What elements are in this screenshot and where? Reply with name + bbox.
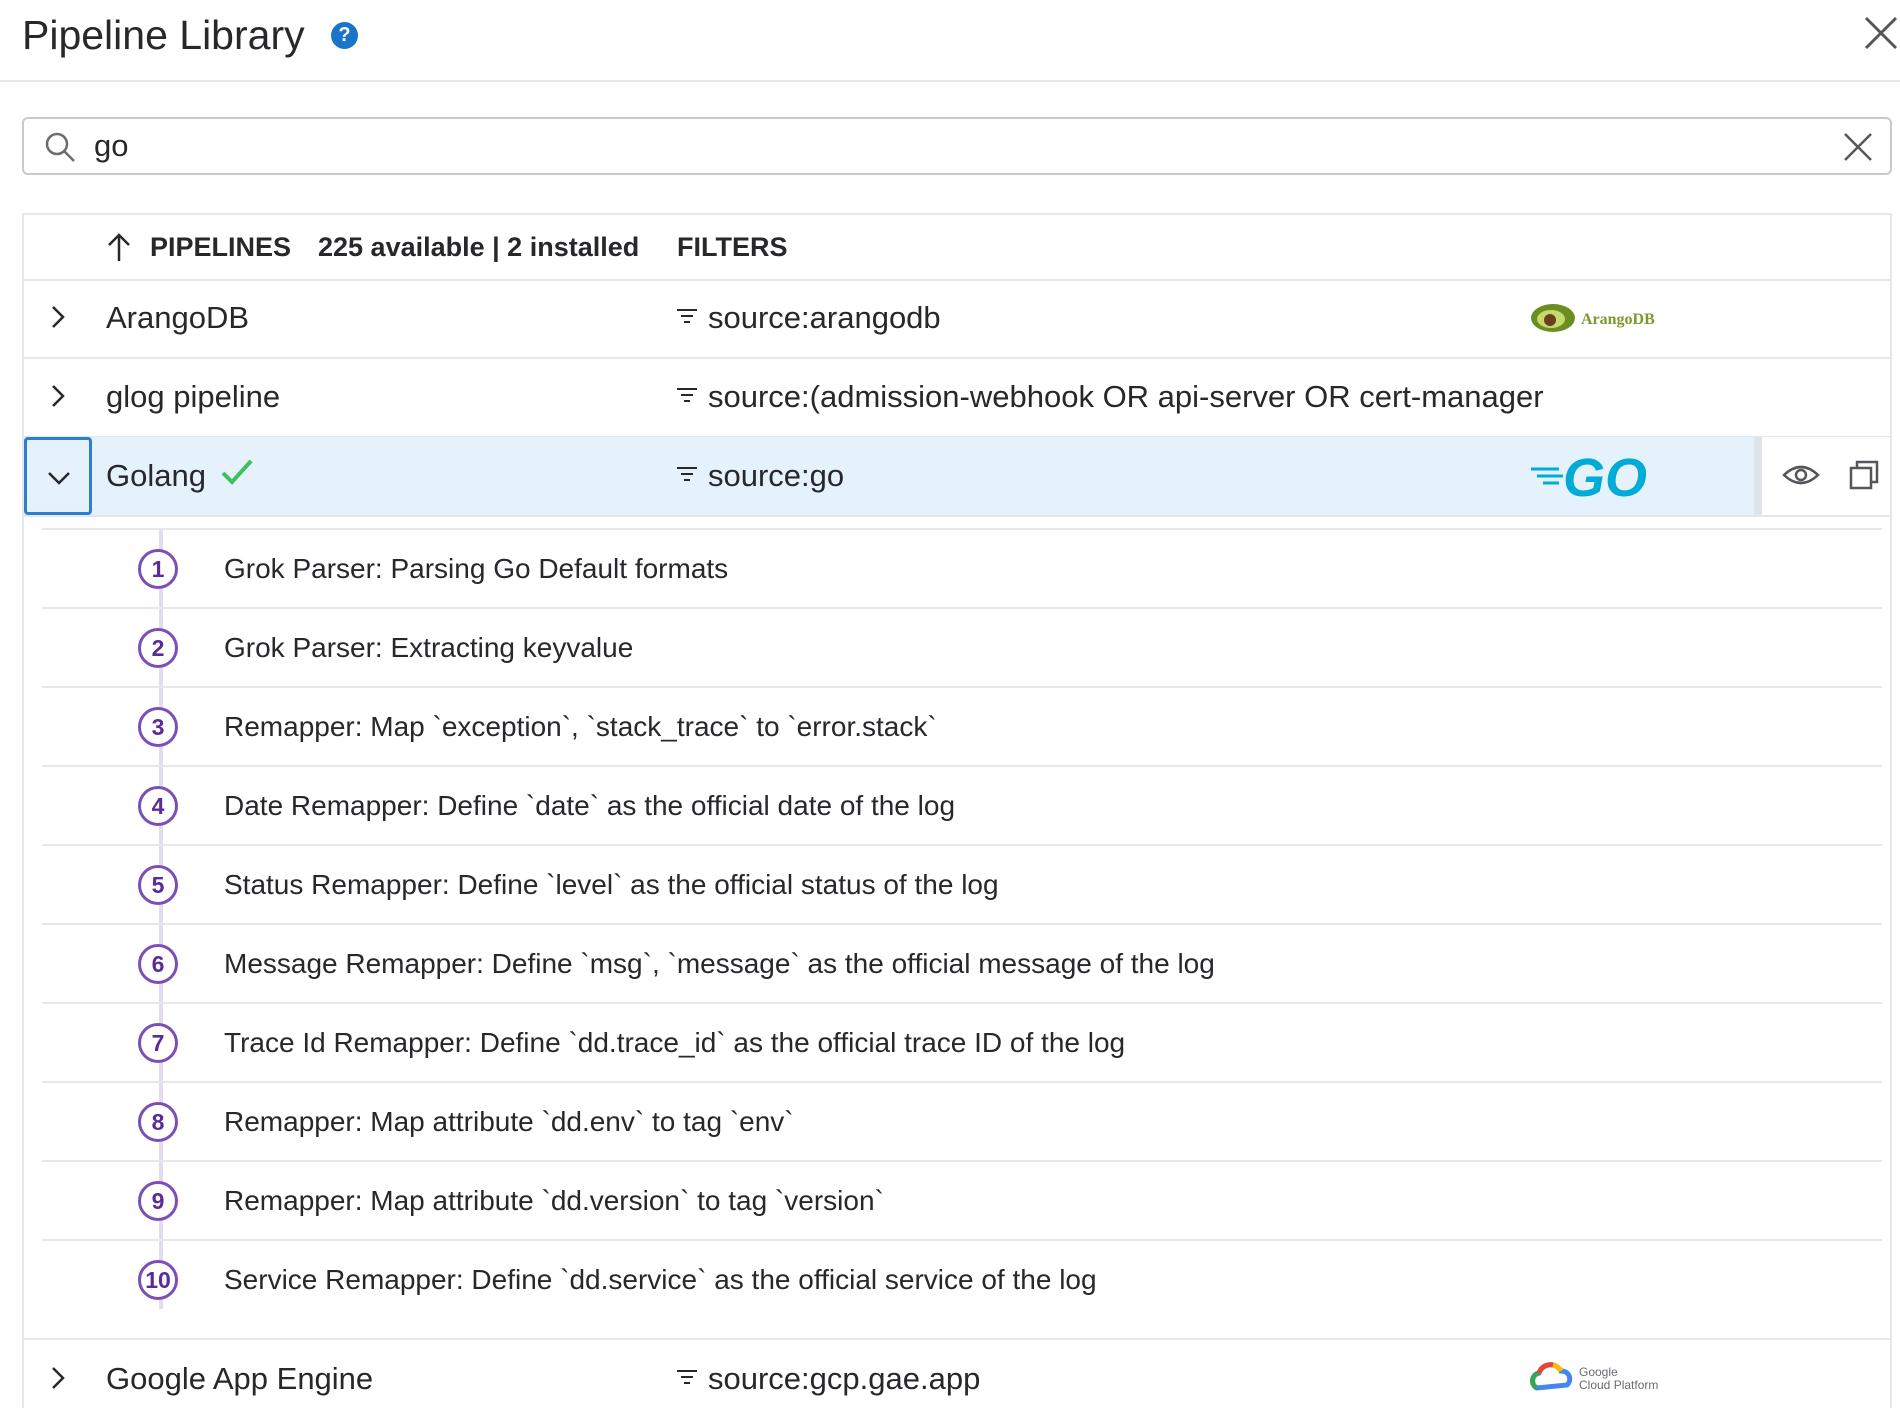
close-icon[interactable] (1862, 14, 1900, 52)
filter-icon (677, 1370, 697, 1384)
step-text: Service Remapper: Define `dd.service` as… (224, 1264, 1097, 1295)
step-number: 1 (138, 549, 178, 589)
step-number: 7 (138, 1023, 178, 1063)
step-text: Grok Parser: Parsing Go Default formats (224, 553, 729, 584)
chevron-right-icon[interactable] (44, 382, 72, 410)
step-text: Remapper: Map attribute `dd.version` to … (224, 1185, 884, 1216)
pipeline-name: ArangoDB (106, 300, 250, 335)
clone-icon[interactable] (1848, 459, 1880, 491)
processor-step[interactable]: 5 Status Remapper: Define `level` as the… (42, 844, 1882, 924)
step-number: 9 (138, 1181, 178, 1221)
search-icon (45, 132, 75, 162)
pipeline-filter: source:arangodb (708, 300, 941, 335)
chevron-right-icon[interactable] (44, 303, 72, 331)
arangodb-logo: ArangoDB (1529, 297, 1669, 339)
google-cloud-logo: Google Cloud Platform (1529, 1358, 1669, 1408)
pipeline-row-google-app-engine[interactable]: Google App Engine source:gcp.gae.app Goo… (24, 1338, 1890, 1408)
processor-step[interactable]: 6 Message Remapper: Define `msg`, `messa… (42, 923, 1882, 1003)
chevron-right-icon[interactable] (44, 1364, 72, 1392)
pipeline-filter: source:(admission-webhook OR api-server … (708, 379, 1544, 414)
collapse-button[interactable] (24, 437, 92, 515)
column-header: PIPELINES 225 available | 2 installed FI… (24, 215, 1890, 281)
google-cloud-icon: Google Cloud Platform (1530, 1362, 1658, 1392)
pipeline-filter: source:gcp.gae.app (708, 1361, 981, 1396)
processor-step[interactable]: 2 Grok Parser: Extracting keyvalue (42, 607, 1882, 687)
dialog-header: Pipeline Library ? (0, 0, 1900, 82)
pipeline-row-glog[interactable]: glog pipeline source:(admission-webhook … (24, 358, 1890, 438)
clear-search-icon[interactable] (1842, 131, 1874, 163)
row-actions (1754, 437, 1890, 515)
processor-step[interactable]: 1 Grok Parser: Parsing Go Default format… (42, 528, 1882, 608)
sort-ascending-icon[interactable] (106, 232, 132, 262)
cloud-platform-logo-text: Cloud Platform (1579, 1378, 1658, 1392)
avocado-icon: ArangoDB (1531, 304, 1655, 332)
pipeline-name: glog pipeline (106, 379, 281, 414)
step-text: Remapper: Map attribute `dd.env` to tag … (224, 1106, 794, 1137)
step-number: 6 (138, 944, 178, 984)
search-input[interactable] (94, 123, 1794, 169)
step-number: 10 (138, 1260, 178, 1300)
pipeline-name: Google App Engine (106, 1361, 374, 1396)
step-number: 5 (138, 865, 178, 905)
filter-icon (677, 467, 697, 481)
go-logo: GO (1529, 448, 1669, 511)
processor-step[interactable]: 3 Remapper: Map `exception`, `stack_trac… (42, 686, 1882, 766)
pipelines-column-header[interactable]: PIPELINES (150, 229, 291, 265)
chevron-down-icon (48, 472, 70, 485)
filters-column-header: FILTERS (677, 232, 788, 262)
processor-step[interactable]: 8 Remapper: Map attribute `dd.env` to ta… (42, 1081, 1882, 1161)
step-text: Grok Parser: Extracting keyvalue (224, 632, 634, 663)
pipeline-row-golang[interactable]: Golang source:go GO (24, 437, 1890, 517)
filter-icon (677, 388, 697, 402)
step-text: Message Remapper: Define `msg`, `message… (224, 948, 1215, 979)
go-gopher-logo-icon: GO (1531, 448, 1647, 508)
pipeline-filter: source:go (708, 458, 845, 493)
go-logo-text: GO (1563, 451, 1647, 503)
question-circle-icon[interactable]: ? (331, 22, 358, 49)
processor-step[interactable]: 7 Trace Id Remapper: Define `dd.trace_id… (42, 1002, 1882, 1082)
step-text: Remapper: Map `exception`, `stack_trace`… (224, 711, 937, 742)
arangodb-logo-text: ArangoDB (1581, 311, 1655, 328)
pipeline-row-arangodb[interactable]: ArangoDB source:arangodb ArangoDB (24, 279, 1890, 359)
search-box (22, 117, 1892, 175)
step-text: Date Remapper: Define `date` as the offi… (224, 790, 956, 821)
page-title: Pipeline Library (22, 12, 305, 58)
step-number: 8 (138, 1102, 178, 1142)
eye-icon[interactable] (1782, 459, 1820, 491)
processor-step[interactable]: 4 Date Remapper: Define `date` as the of… (42, 765, 1882, 845)
step-text: Trace Id Remapper: Define `dd.trace_id` … (224, 1027, 1126, 1058)
step-number: 3 (138, 707, 178, 747)
step-text: Status Remapper: Define `level` as the o… (224, 869, 999, 900)
google-logo-text: Google (1579, 1365, 1618, 1379)
step-number: 2 (138, 628, 178, 668)
pipeline-counts: 225 available | 2 installed (318, 232, 640, 262)
processor-step[interactable]: 10 Service Remapper: Define `dd.service`… (42, 1239, 1882, 1319)
installed-check-icon (221, 459, 253, 485)
step-number: 4 (138, 786, 178, 826)
pipeline-name: Golang (106, 458, 206, 493)
filter-icon (677, 309, 697, 323)
processor-step[interactable]: 9 Remapper: Map attribute `dd.version` t… (42, 1160, 1882, 1240)
pipeline-list: PIPELINES 225 available | 2 installed FI… (22, 213, 1892, 1408)
